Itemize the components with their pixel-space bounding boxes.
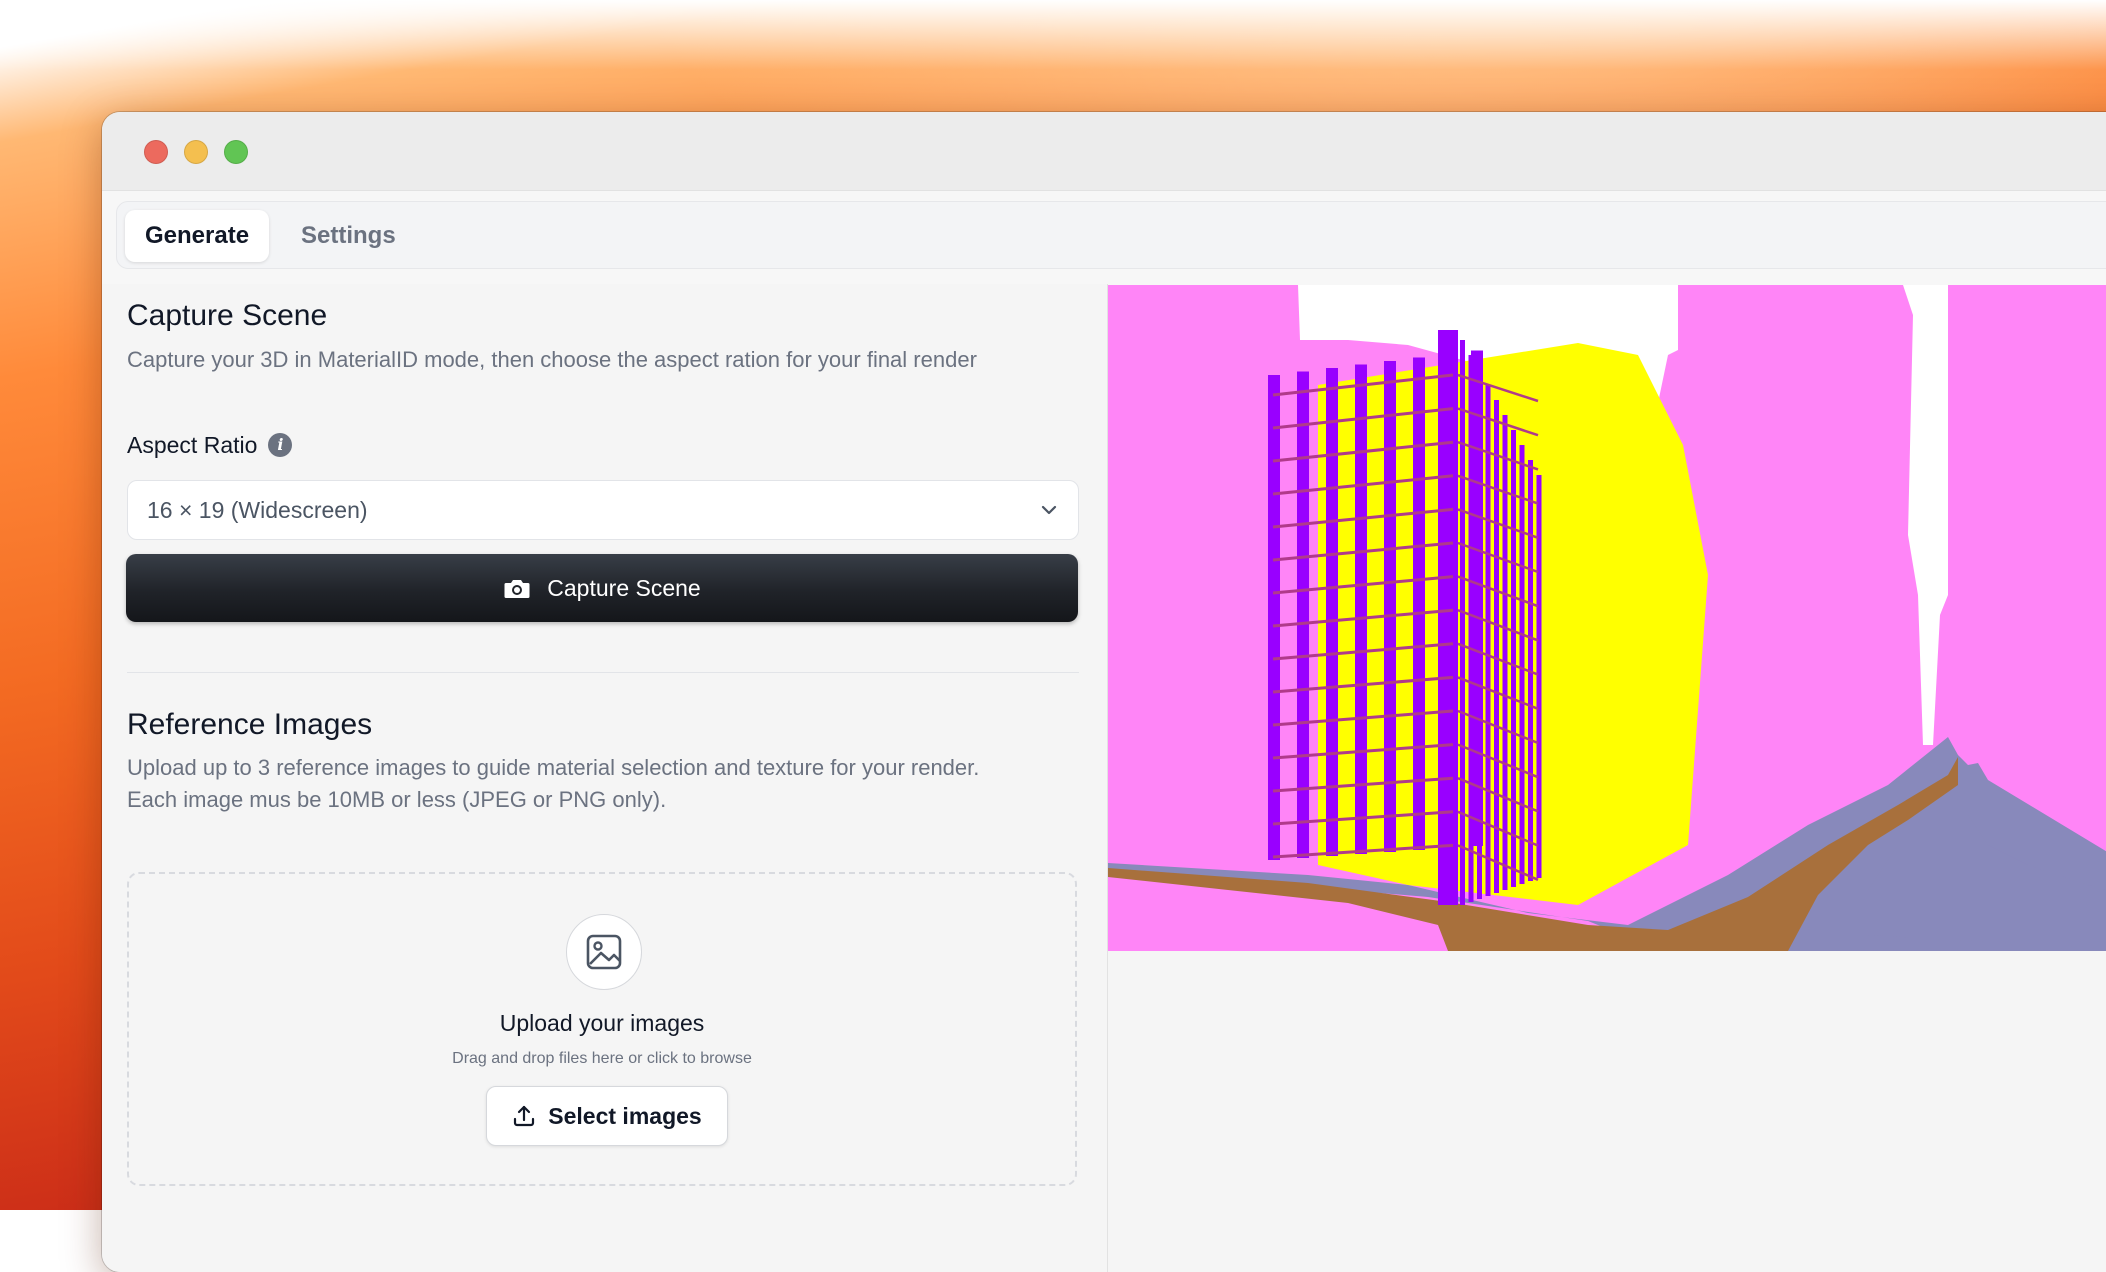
- camera-icon: [504, 580, 530, 598]
- backdrop-top-fade: [0, 0, 2106, 70]
- title-bar: [102, 112, 2106, 191]
- tab-settings[interactable]: Settings: [281, 210, 416, 262]
- upload-title: Upload your images: [499, 1010, 705, 1036]
- side-mullion: [1519, 445, 1525, 884]
- capture-scene-heading: Capture Scene: [127, 299, 328, 332]
- select-images-button[interactable]: Select images: [486, 1086, 728, 1146]
- info-icon[interactable]: i: [268, 433, 293, 457]
- corner-column: [1438, 330, 1458, 905]
- capture-scene-button[interactable]: Capture Scene: [126, 554, 1078, 622]
- reference-images-description-line1: Upload up to 3 reference images to guide…: [127, 755, 980, 780]
- capture-scene-button-label: Capture Scene: [547, 574, 701, 601]
- side-mullion: [1468, 355, 1474, 902]
- side-mullion: [1494, 400, 1499, 893]
- image-dropzone[interactable]: Upload your images Drag and drop files h…: [127, 872, 1077, 1186]
- app-window: Generate Settings Capture Scene Capture …: [102, 112, 2106, 1272]
- mullion: [1297, 371, 1309, 858]
- section-divider: [127, 672, 1079, 673]
- side-mullion: [1536, 475, 1542, 878]
- tab-bar: Generate Settings: [116, 201, 2106, 269]
- mullion: [1384, 361, 1396, 852]
- mullion: [1268, 375, 1280, 860]
- close-window-button[interactable]: [144, 140, 168, 164]
- aspect-ratio-label: Aspect Ratio: [127, 431, 258, 458]
- mullion: [1326, 368, 1338, 856]
- image-icon-circle: [566, 914, 642, 990]
- tab-generate[interactable]: Generate: [125, 210, 270, 262]
- mullion: [1355, 364, 1367, 854]
- reference-images-heading: Reference Images: [127, 708, 373, 741]
- upload-icon: [514, 1105, 535, 1127]
- aspect-ratio-value: 16 × 19 (Widescreen): [147, 497, 368, 523]
- side-mullion: [1485, 385, 1491, 896]
- image-icon: [586, 934, 622, 970]
- reference-images-description-line2: Each image mus be 10MB or less (JPEG or …: [127, 787, 667, 812]
- mullion: [1413, 357, 1425, 850]
- upload-hint: Drag and drop files here or click to bro…: [452, 1050, 752, 1067]
- side-mullion: [1460, 340, 1465, 905]
- scene-viewport[interactable]: [1108, 285, 2106, 951]
- side-mullion: [1502, 415, 1508, 890]
- aspect-ratio-select[interactable]: 16 × 19 (Widescreen): [127, 480, 1079, 540]
- aspect-ratio-label-row: Aspect Ratio i: [127, 430, 293, 460]
- side-mullion: [1511, 430, 1516, 887]
- materialid-render: [1108, 285, 2106, 951]
- select-images-button-label: Select images: [548, 1102, 702, 1129]
- chevron-down-icon: [1041, 505, 1057, 515]
- viewport-empty-area: [1108, 951, 2106, 1272]
- zoom-window-button[interactable]: [224, 140, 248, 164]
- left-panel: Capture Scene Capture your 3D in Materia…: [102, 284, 1108, 1272]
- minimize-window-button[interactable]: [184, 140, 208, 164]
- capture-scene-description: Capture your 3D in MaterialID mode, then…: [127, 347, 977, 372]
